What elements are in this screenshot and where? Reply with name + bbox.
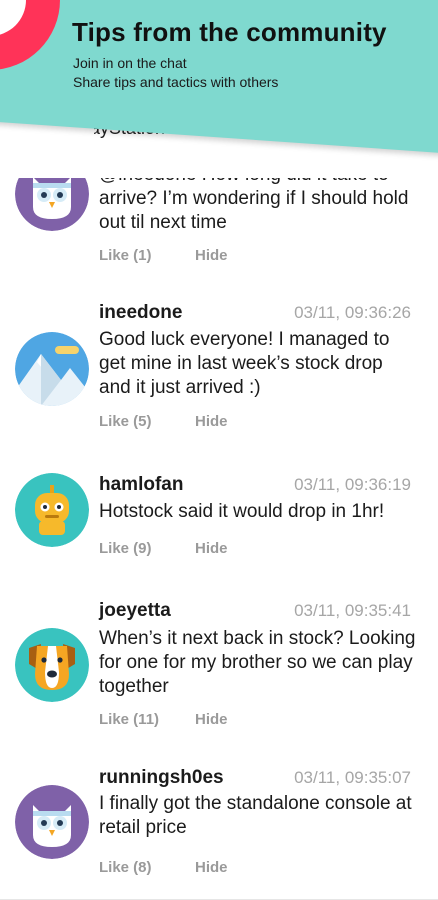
like-button[interactable]: Like (11) [99, 711, 159, 728]
like-button[interactable]: Like (8) [99, 859, 152, 876]
banner-line-1: Join in on the chat [73, 55, 187, 71]
comment-username[interactable]: hamlofan [99, 474, 183, 496]
hide-button[interactable]: Hide [195, 859, 228, 876]
comment-item: joeyetta 03/11, 09:35:41 When’s it next … [0, 579, 438, 749]
mountain-avatar-icon [15, 332, 89, 406]
hide-button[interactable]: Hide [195, 711, 228, 728]
hide-button[interactable]: Hide [195, 413, 228, 430]
hide-button[interactable]: Hide [195, 247, 228, 264]
hide-button[interactable]: Hide [195, 540, 228, 557]
comment-username[interactable]: runningsh0es [99, 767, 224, 789]
comment-timestamp: 03/11, 09:36:26 [294, 303, 411, 322]
comment-item: ineedone 03/11, 09:36:26 Good luck every… [0, 282, 438, 451]
comment-timestamp: 03/11, 09:35:41 [294, 601, 411, 620]
dog-avatar-icon [15, 628, 89, 702]
comment-item: hamlofan 03/11, 09:36:19 Hotstock said i… [0, 450, 438, 580]
comment-username[interactable]: ineedone [99, 302, 182, 324]
header: PlayStation 5 Console - PS5 Tips from th… [0, 0, 438, 178]
comment-timestamp: 03/11, 09:36:19 [294, 475, 411, 494]
banner-title: Tips from the community [72, 17, 387, 47]
comment-item: runningsh0es 03/11, 09:35:07 I finally g… [0, 748, 438, 900]
comment-text: Hotstock said it would drop in 1hr! [99, 501, 385, 522]
like-button[interactable]: Like (5) [99, 413, 152, 430]
comment-text: When’s it next back in stock? Looking fo… [99, 628, 416, 697]
robot-avatar-icon [15, 473, 89, 547]
like-button[interactable]: Like (9) [99, 540, 152, 557]
comment-text: I finally got the standalone console at … [99, 793, 412, 838]
banner-line-2: Share tips and tactics with others [73, 74, 279, 90]
comment-timestamp: 03/11, 09:35:07 [294, 768, 411, 787]
comment-username[interactable]: joeyetta [99, 600, 171, 622]
comment-text: Good luck everyone! I managed to get min… [99, 329, 390, 398]
owl-avatar-icon [15, 785, 89, 859]
like-button[interactable]: Like (1) [99, 247, 152, 264]
